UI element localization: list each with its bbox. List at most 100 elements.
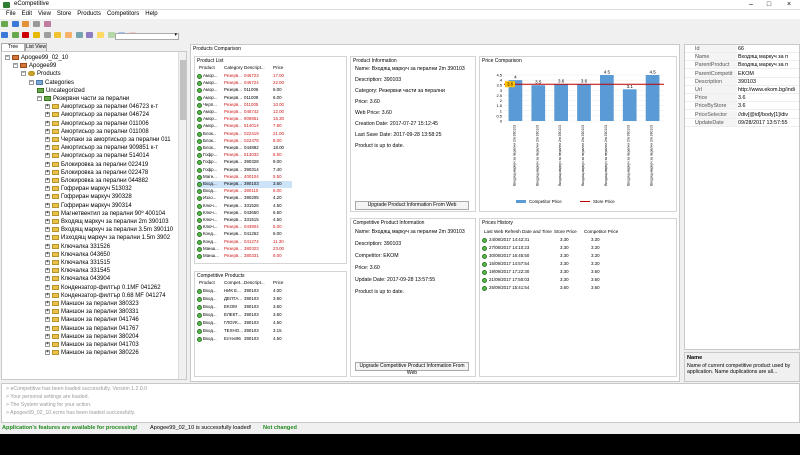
- expand-icon[interactable]: +: [45, 120, 50, 126]
- table-row[interactable]: Черп... Резерв... 011005 10.00: [197, 102, 292, 109]
- tree-categories[interactable]: − Categories: [29, 79, 74, 87]
- tree-product-item[interactable]: + Амортисьор за перални 011008: [45, 128, 149, 136]
- tree-product-item[interactable]: + Кондензатор-филтър 0.1MF 041262: [45, 284, 161, 292]
- tree-product-item[interactable]: + Магнетвентил за перални 90º 400104: [45, 210, 165, 218]
- maximize-icon[interactable]: □: [762, 0, 776, 10]
- expand-icon[interactable]: +: [45, 136, 50, 142]
- property-row[interactable]: PriceByStore 3.6: [685, 102, 799, 111]
- property-row[interactable]: Id 66: [685, 45, 799, 53]
- compare-icon[interactable]: [75, 32, 83, 38]
- table-row[interactable]: Амор... Резерв... 909851 15.30: [197, 116, 292, 123]
- expand-icon[interactable]: +: [45, 104, 50, 110]
- tree-product-item[interactable]: + Маншон за перални 380331: [45, 308, 139, 316]
- expand-icon[interactable]: +: [45, 251, 50, 257]
- expand-icon[interactable]: +: [45, 300, 50, 306]
- table-row[interactable]: Вход... ГЛОУК... 390103 4.50: [197, 320, 292, 327]
- property-row[interactable]: Description 390103: [685, 77, 799, 86]
- web-icon[interactable]: [107, 32, 115, 38]
- tree-store[interactable]: − Apogee99: [13, 62, 56, 70]
- column-header[interactable]: Last Web Refresh Date and Time: [484, 229, 552, 234]
- add-category-icon[interactable]: [11, 32, 19, 38]
- refresh-icon[interactable]: [43, 32, 51, 38]
- tree-uncategorized[interactable]: Uncategorized: [37, 87, 85, 95]
- report-icon[interactable]: [86, 32, 94, 38]
- property-row[interactable]: ParentCompetit EKOM: [685, 69, 799, 78]
- table-row[interactable]: Вход... Резерв... 390103 3.60: [197, 181, 292, 188]
- table-row[interactable]: Амор... Резерв... 046742 12.00: [197, 109, 292, 116]
- table-row[interactable]: Гофр... Резерв... 390328 9.00: [197, 159, 292, 166]
- tree-root[interactable]: − Apogee99_02_10: [5, 54, 68, 62]
- expand-icon[interactable]: +: [45, 145, 50, 151]
- tree-product-item[interactable]: + Чeрпаки за амортисьор за перални 011: [45, 136, 171, 144]
- expand-icon[interactable]: +: [45, 243, 50, 249]
- tab-tree-view[interactable]: Tree View: [1, 43, 25, 57]
- menu-competitors[interactable]: Competitors: [107, 10, 139, 19]
- tree-product-item[interactable]: + Блокировка за перални 044882: [45, 177, 148, 185]
- tree-product-item[interactable]: + Изходящ маркуч за перални 1.5m 3902: [45, 234, 170, 242]
- menu-help[interactable]: Help: [145, 10, 157, 19]
- export-icon[interactable]: [43, 21, 51, 27]
- folder-icon[interactable]: [33, 32, 41, 38]
- new-icon[interactable]: [1, 21, 8, 27]
- tree-category[interactable]: − Резервни части за перални: [37, 95, 129, 103]
- property-row[interactable]: Price 3.6: [685, 94, 799, 103]
- tree-product-item[interactable]: + Амортисьор за перални 514014: [45, 152, 149, 160]
- table-row[interactable]: Вход... EKOM 390103 3.60: [197, 304, 292, 311]
- table-row[interactable]: Амор... Резерв... 011008 6.00: [197, 95, 292, 102]
- menu-file[interactable]: File: [6, 10, 16, 19]
- tree-product-item[interactable]: + Маншон за перални 041767: [45, 325, 139, 333]
- table-row[interactable]: 19/09/2017 17:22:30 3.30 3.60: [482, 269, 632, 276]
- menu-products[interactable]: Products: [77, 10, 101, 19]
- table-row[interactable]: Ключ... Резерв... 043904 6.00: [197, 224, 292, 231]
- tree-product-item[interactable]: + Гофриран маркуч 390328: [45, 193, 132, 201]
- table-row[interactable]: Амор... Резерв... 011006 6.00: [197, 87, 292, 94]
- column-header[interactable]: Compet...: [224, 280, 244, 285]
- property-row[interactable]: UpdateDate 09/28/2017 13:57:55: [685, 118, 799, 127]
- table-row[interactable]: Амор... Резерв... 046724 22.00: [197, 80, 292, 87]
- tree-product-item[interactable]: + Маншон за перални 041746: [45, 316, 139, 324]
- table-row[interactable]: Вход... НИК Е... 390103 4.00: [197, 288, 292, 295]
- tree-product-item[interactable]: + Амортисьор за перални 046724: [45, 111, 149, 119]
- expand-icon[interactable]: +: [45, 169, 50, 175]
- expand-icon[interactable]: −: [5, 54, 10, 60]
- table-row[interactable]: Вход... Елтех96 390103 4.50: [197, 336, 292, 343]
- scrollbar-thumb[interactable]: [180, 60, 186, 120]
- table-row[interactable]: 21/09/2017 17:50:03 3.30 3.60: [482, 277, 632, 284]
- expand-icon[interactable]: +: [45, 276, 50, 282]
- tree-product-item[interactable]: + Кондензатор-филтър 0.68 MF 041274: [45, 292, 166, 300]
- menu-store[interactable]: Store: [57, 10, 71, 19]
- property-row[interactable]: ParentProduct Входящ маркуч за п: [685, 61, 799, 70]
- expand-icon[interactable]: +: [45, 259, 50, 265]
- expand-icon[interactable]: −: [13, 63, 18, 69]
- expand-icon[interactable]: +: [45, 218, 50, 224]
- column-header[interactable]: Store Price: [554, 229, 577, 234]
- tree-product-item[interactable]: + Ключалка 331526: [45, 243, 110, 251]
- menu-edit[interactable]: Edit: [22, 10, 32, 19]
- upgrade-product-info-button[interactable]: Upgrade Product Information From Web: [355, 201, 469, 210]
- expand-icon[interactable]: +: [45, 194, 50, 200]
- table-row[interactable]: Ключ... Резерв... 331526 4.50: [197, 203, 292, 210]
- tree-product-item[interactable]: + Ключалка 331545: [45, 267, 110, 275]
- table-row[interactable]: 24/08/2017 14:42:31 3.30 3.30: [482, 237, 632, 244]
- tree-product-item[interactable]: + Входящ маркуч за перални 2m 390103: [45, 218, 169, 226]
- expand-icon[interactable]: +: [45, 161, 50, 167]
- expand-icon[interactable]: +: [45, 186, 50, 192]
- close-icon[interactable]: ×: [782, 0, 796, 10]
- expand-icon[interactable]: +: [45, 309, 50, 315]
- tree-product-item[interactable]: + Амортисьор за перални 046723 к-т: [45, 103, 158, 111]
- table-row[interactable]: Ключ... Резерв... 043650 6.50: [197, 210, 292, 217]
- filter-dropdown[interactable]: ▾: [115, 32, 179, 40]
- property-row[interactable]: Name Входящ маркуч за п: [685, 53, 799, 62]
- tree-product-item[interactable]: + Входящ маркуч за перални 3.5m 390110: [45, 226, 173, 234]
- open-icon[interactable]: [11, 21, 19, 27]
- tree-product-item[interactable]: + Амортисьор за перални 909851 к-т: [45, 144, 158, 152]
- tree-product-item[interactable]: + Маншон за перални 041703: [45, 341, 139, 349]
- column-header[interactable]: Competitor Price: [584, 229, 618, 234]
- expand-icon[interactable]: +: [45, 177, 50, 183]
- table-row[interactable]: Изхо... Резерв... 390205 4.20: [197, 195, 292, 202]
- tree-scrollbar[interactable]: [178, 52, 186, 379]
- tree-product-item[interactable]: + Маншон за перални 380323: [45, 300, 139, 308]
- expand-icon[interactable]: +: [45, 128, 50, 134]
- tree-product-item[interactable]: + Блокировка за перални 022419: [45, 161, 148, 169]
- tree-product-item[interactable]: + Блокировка за перални 022478: [45, 169, 148, 177]
